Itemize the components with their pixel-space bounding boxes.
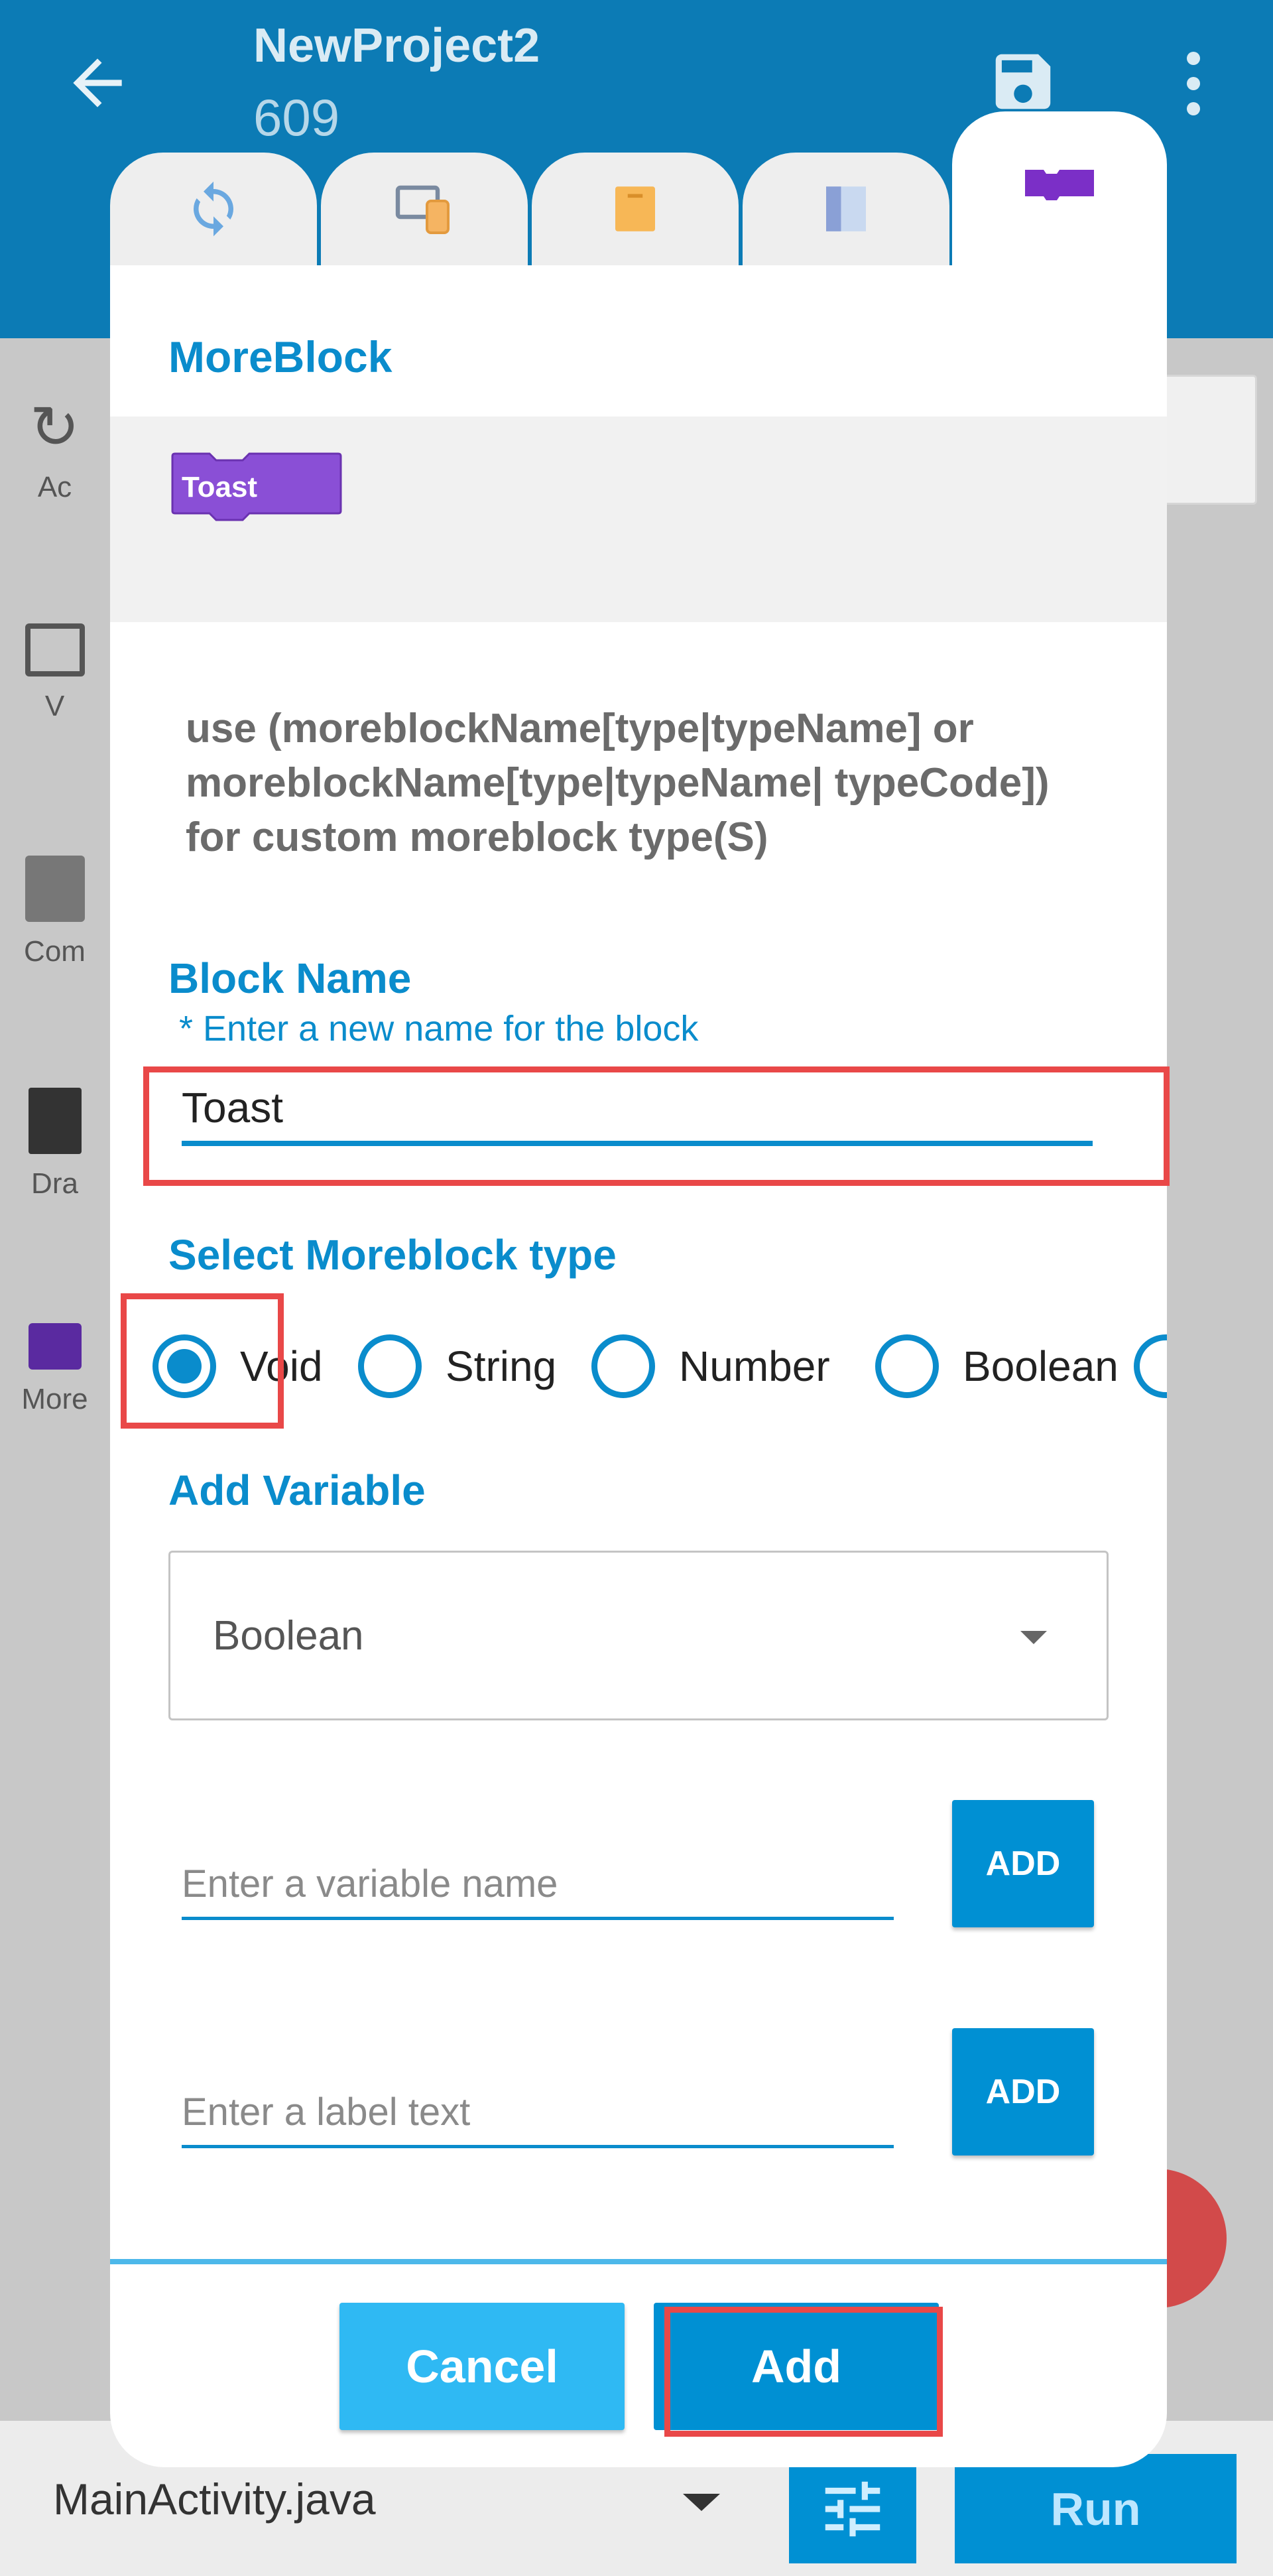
moreblock-type-header: Select Moreblock type [168, 1231, 617, 1279]
radio-boolean-label: Boolean [963, 1342, 1119, 1390]
radio-boolean[interactable]: Boolean [875, 1320, 1119, 1413]
label-text-input[interactable] [182, 2079, 894, 2148]
cancel-button[interactable]: Cancel [339, 2303, 625, 2430]
file-selector[interactable]: MainActivity.java [53, 2474, 376, 2524]
variable-type-value: Boolean [213, 1613, 364, 1659]
block-name-highlight [143, 1066, 1170, 1186]
events-icon [193, 181, 234, 237]
component-icon [25, 856, 85, 922]
add-button-highlight [664, 2307, 943, 2437]
sidebar-item-label: Com [24, 935, 86, 968]
sidebar-item-label: V [44, 690, 65, 722]
radio-number[interactable]: Number [591, 1320, 830, 1413]
radio-circle [875, 1334, 939, 1398]
sidebar-item-events[interactable]: ↻ Ac [0, 398, 109, 504]
add-variable-header: Add Variable [168, 1466, 426, 1514]
block-preview-label: Toast [182, 471, 258, 503]
block-name-hint: * Enter a new name for the block [179, 1009, 699, 1049]
moreblock-icon [1025, 170, 1094, 200]
add-variable-button[interactable]: ADD [952, 1800, 1094, 1927]
dialog-title: MoreBlock [168, 332, 393, 381]
void-highlight [121, 1293, 284, 1429]
sidebar-item-label: More [21, 1383, 88, 1415]
radio-circle [358, 1334, 422, 1398]
sidebar-item-component[interactable]: Com [0, 856, 109, 968]
sidebar-item-moreblock[interactable]: More [0, 1323, 109, 1416]
radio-circle [591, 1334, 655, 1398]
block-preview: Toast [110, 417, 1167, 622]
dropdown-arrow-icon [1020, 1631, 1047, 1644]
drawer-icon [826, 186, 866, 231]
sidebar-item-drawer[interactable]: Dra [0, 1088, 109, 1200]
events-icon: ↻ [29, 395, 80, 461]
moreblock-type-group: Void String Number Boolean [152, 1320, 1167, 1413]
sidebar-item-view[interactable]: V [0, 623, 109, 723]
radio-number-label: Number [679, 1342, 830, 1390]
add-label-button[interactable]: ADD [952, 2028, 1094, 2156]
tab-events[interactable] [110, 153, 317, 265]
view-icon [25, 623, 85, 676]
component-icon [615, 186, 655, 231]
tab-drawer[interactable] [743, 153, 949, 265]
chevron-down-icon[interactable] [683, 2494, 720, 2511]
run-button[interactable]: Run [955, 2454, 1237, 2563]
variable-name-input[interactable] [182, 1850, 894, 1920]
block-name-header: Block Name [168, 954, 412, 1002]
moreblock-icon [28, 1323, 82, 1370]
tune-button[interactable] [789, 2454, 916, 2563]
tab-moreblock[interactable] [952, 111, 1167, 265]
radio-more[interactable] [1134, 1320, 1167, 1413]
dialog-tabs [110, 0, 1167, 265]
tab-component[interactable] [532, 153, 739, 265]
sidebar-item-label: Dra [31, 1167, 78, 1200]
tab-view[interactable] [321, 153, 528, 265]
variable-type-select[interactable]: Boolean [168, 1551, 1109, 1720]
radio-string[interactable]: String [358, 1320, 556, 1413]
moreblock-dialog: MoreBlock Toast use (moreblockName[type|… [110, 265, 1170, 2467]
moreblock-preview-block: Toast [170, 451, 343, 525]
view-icon [395, 185, 450, 234]
moreblock-type-hint: use (moreblockName[type|typeName] or mor… [186, 706, 1050, 860]
radio-circle [1134, 1334, 1167, 1398]
more-vert-icon[interactable] [1174, 46, 1213, 119]
radio-string-label: String [446, 1342, 557, 1390]
tune-icon [825, 2481, 880, 2536]
sidebar-item-label: Ac [37, 471, 72, 503]
drawer-icon [28, 1088, 82, 1154]
divider [110, 2259, 1167, 2264]
